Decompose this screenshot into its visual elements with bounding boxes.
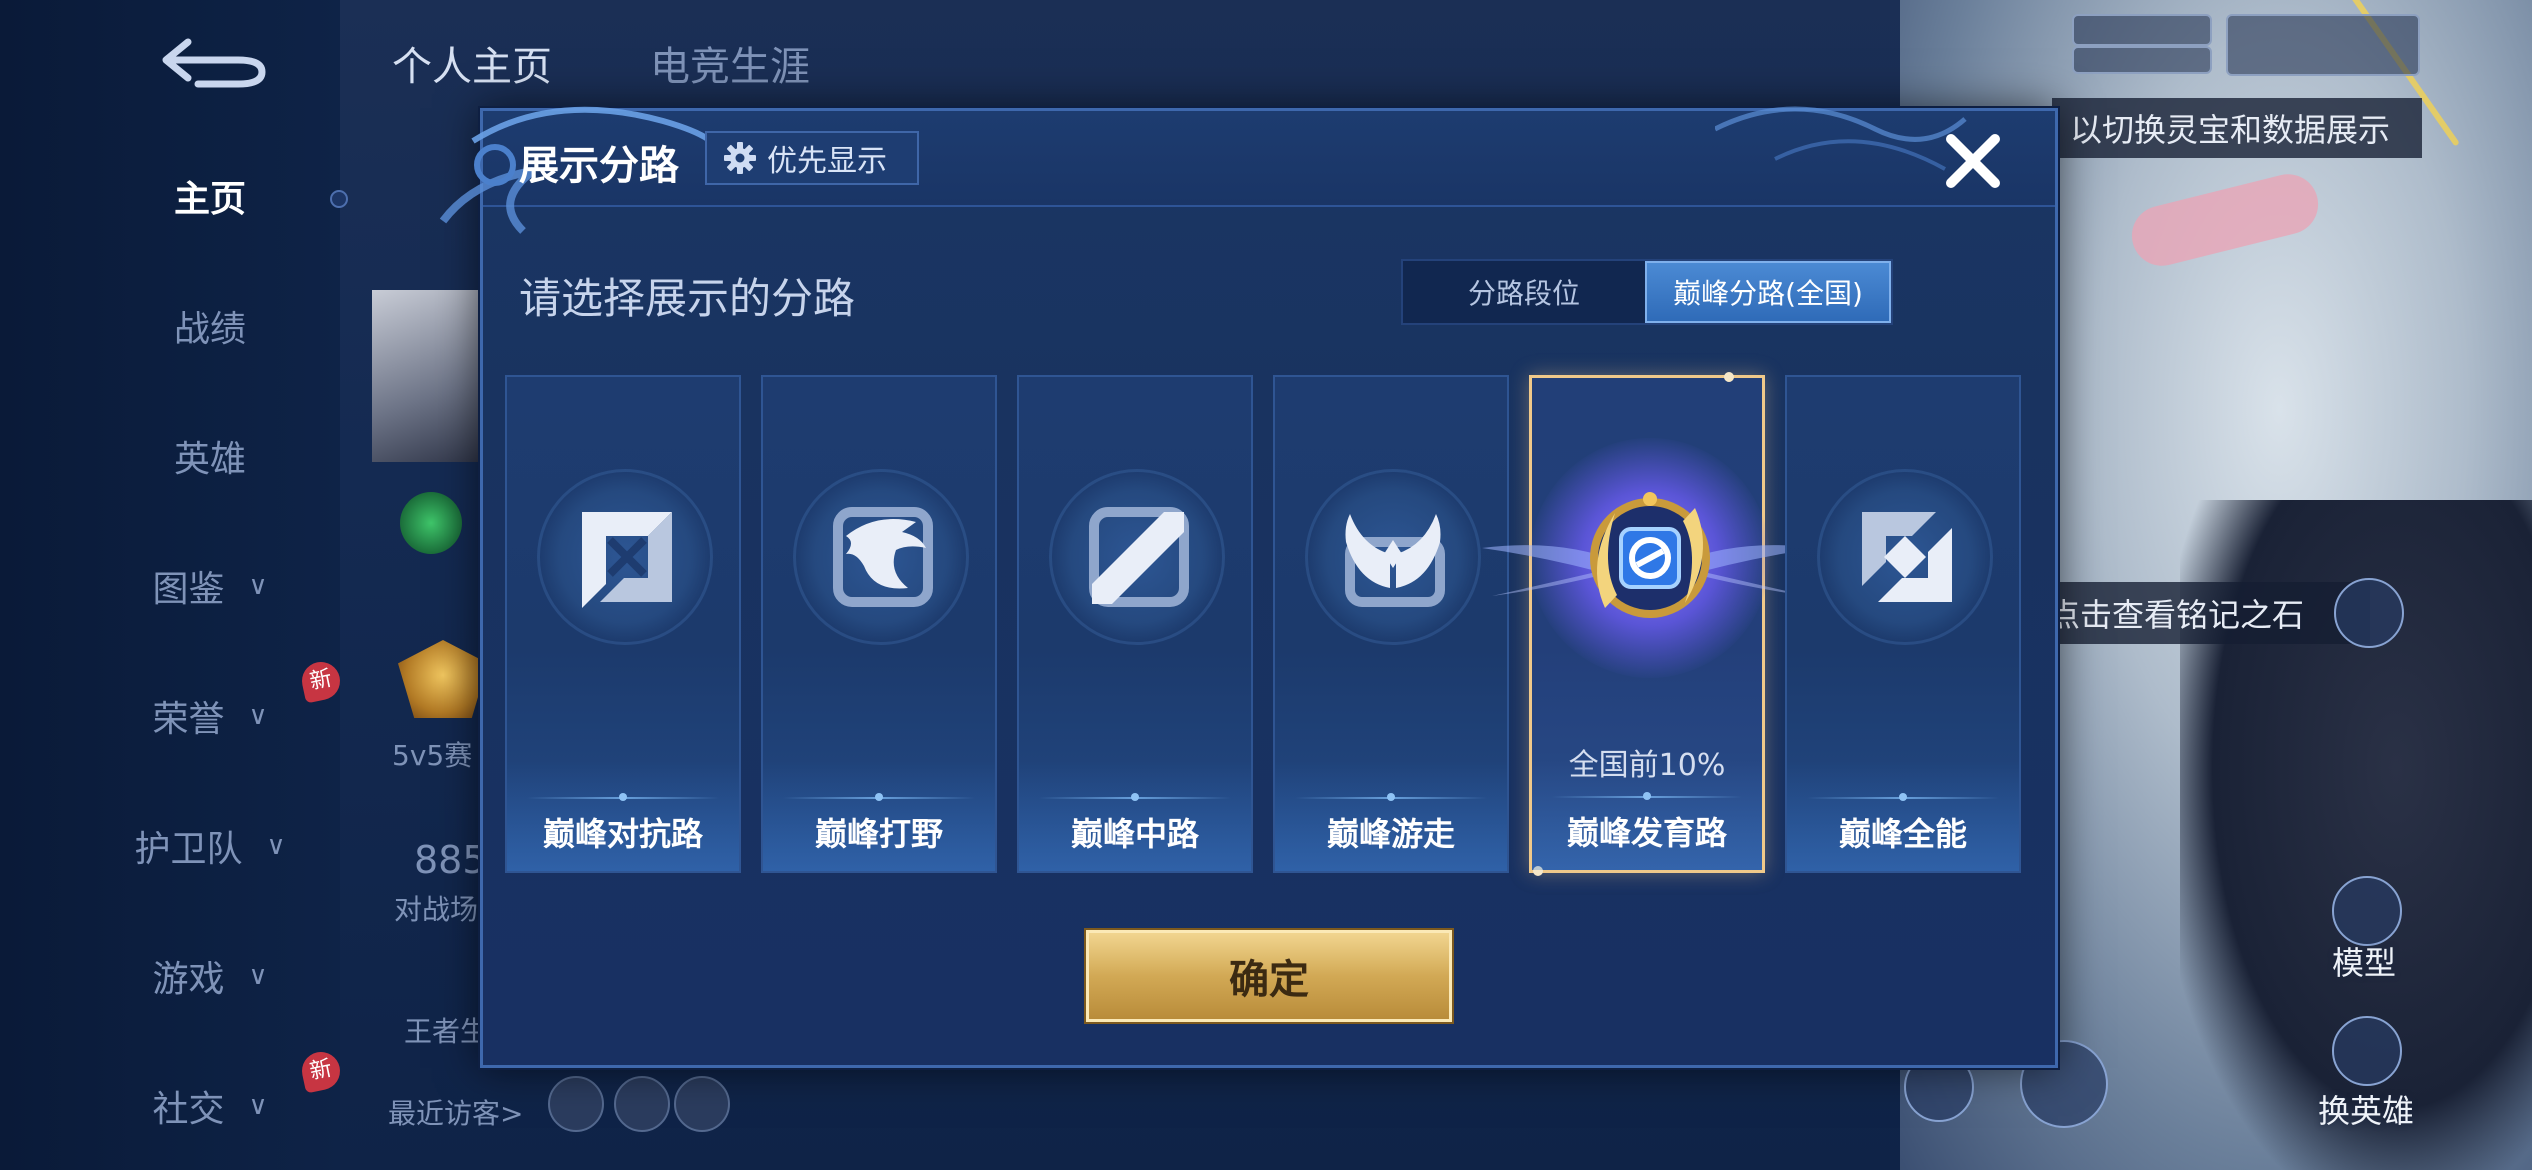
visitor-avatar[interactable]	[614, 1076, 670, 1132]
sidebar-item-label: 游戏	[152, 959, 225, 1000]
sidebar-item[interactable]: 护卫队 ∨	[100, 806, 320, 886]
tab-personal-home[interactable]: 个人主页	[392, 34, 552, 92]
chevron-down-icon: ∨	[266, 831, 286, 861]
card-divider	[1552, 792, 1742, 800]
stone-icon[interactable]	[2334, 578, 2404, 648]
chevron-down-icon: ∨	[248, 1091, 268, 1121]
chevron-down-icon: ∨	[248, 571, 268, 601]
mid-lane-icon	[1089, 507, 1189, 607]
switch-hero-icon[interactable]	[2332, 1016, 2402, 1086]
lane-card-all-round[interactable]: 巅峰全能	[1785, 375, 2021, 873]
tab-esports-career[interactable]: 电竞生涯	[650, 34, 810, 92]
sidebar-item[interactable]: 荣誉 ∨	[100, 676, 320, 756]
hud-chip[interactable]	[2226, 14, 2420, 76]
close-button[interactable]	[1937, 125, 2009, 197]
lane-card-label: 巅峰对抗路	[542, 815, 703, 853]
lane-card-roam[interactable]: 巅峰游走	[1273, 375, 1509, 873]
close-icon	[1946, 134, 2000, 188]
mode-label: 5v5赛	[392, 739, 473, 772]
sidebar-item[interactable]: 主页	[100, 156, 320, 236]
tab-lane-rank[interactable]: 分路段位	[1403, 261, 1645, 323]
confirm-button[interactable]: 确定	[1086, 930, 1452, 1022]
priority-display-button[interactable]: 优先显示	[705, 131, 919, 185]
lane-card-clash[interactable]: 巅峰对抗路	[505, 375, 741, 873]
farm-lane-medal-icon	[1590, 492, 1710, 618]
gear-icon	[724, 142, 756, 174]
lane-card-label: 巅峰游走	[1326, 815, 1455, 853]
dialog-title: 展示分路	[519, 143, 679, 189]
visitor-avatar[interactable]	[548, 1076, 604, 1132]
card-divider	[1039, 793, 1231, 801]
lane-card-label: 巅峰全能	[1838, 815, 1967, 853]
visitor-avatar[interactable]	[674, 1076, 730, 1132]
sidebar-item-label: 英雄	[173, 439, 246, 480]
select-lane-prompt: 请选择展示的分路	[519, 274, 856, 323]
sidebar-item[interactable]: 战绩	[100, 286, 320, 366]
lane-type-segmented-control: 分路段位 巅峰分路(全国)	[1401, 259, 1893, 325]
hud-chip	[2072, 14, 2212, 46]
recent-visitors-link[interactable]: 最近访客>	[388, 1092, 523, 1132]
lane-card-label: 巅峰打野	[814, 815, 943, 853]
tab-peak-lane-national[interactable]: 巅峰分路(全国)	[1645, 261, 1891, 323]
card-divider	[527, 793, 719, 801]
lane-card-label: 巅峰发育路	[1566, 814, 1727, 852]
sidebar-item[interactable]: 英雄	[100, 416, 320, 496]
sidebar-item-label: 社交	[152, 1089, 225, 1130]
player-portrait	[372, 290, 482, 462]
model-label: 模型	[2332, 944, 2397, 982]
chevron-down-icon: ∨	[248, 701, 268, 731]
lane-card-label: 巅峰中路	[1070, 815, 1199, 853]
status-emblem	[400, 492, 462, 554]
score-value: 885	[414, 838, 487, 882]
switch-hero-label: 换英雄	[2318, 1092, 2415, 1130]
lane-card-mid[interactable]: 巅峰中路	[1017, 375, 1253, 873]
clash-lane-icon	[582, 512, 672, 608]
card-divider	[783, 793, 975, 801]
king-label: 王者生	[404, 1015, 489, 1048]
roam-wings-icon	[1345, 514, 1445, 607]
priority-display-label: 优先显示	[767, 144, 887, 179]
sidebar-item[interactable]: 社交 ∨	[100, 1066, 320, 1146]
model-icon[interactable]	[2332, 876, 2402, 946]
lane-card-farm-selected[interactable]: 全国前10% 巅峰发育路	[1482, 372, 1818, 876]
sidebar-item[interactable]: 图鉴 ∨	[100, 546, 320, 626]
sidebar-active-indicator	[330, 190, 348, 208]
lane-display-dialog: 展示分路 优先显示 请选择展示的分路 分路段位 巅峰分路(全国) 巅峰对抗路 巅…	[439, 106, 2058, 1068]
lane-card-jungle[interactable]: 巅峰打野	[761, 375, 997, 873]
arena-label: 对战场	[394, 893, 479, 926]
national-rank-text: 全国前10%	[1568, 748, 1726, 783]
hint-view-stone: 点击查看铭记之石	[2030, 582, 2370, 644]
corner-sparkle	[1724, 372, 1734, 382]
sidebar-item-label: 护卫队	[134, 829, 243, 870]
hint-switch-display: 以切换灵宝和数据展示	[2052, 98, 2422, 158]
card-divider	[1807, 793, 1999, 801]
all-round-icon	[1862, 512, 1952, 602]
sidebar-item-label: 主页	[173, 179, 246, 220]
cloud-swirl-decoration	[1715, 106, 1967, 171]
sidebar-item-label: 战绩	[173, 309, 246, 350]
sidebar-item-label: 图鉴	[152, 569, 225, 610]
dialog-header: 展示分路 优先显示	[439, 106, 2055, 234]
lane-card-list: 巅峰对抗路 巅峰打野 巅峰中路 巅峰游走 全国前10% 巅峰发育路 巅峰全能	[505, 372, 2035, 876]
jungle-dragon-icon	[833, 507, 933, 607]
sidebar-item-label: 荣誉	[152, 699, 225, 740]
card-divider	[1295, 793, 1487, 801]
chevron-down-icon: ∨	[248, 961, 268, 991]
hud-chip	[2072, 46, 2212, 74]
back-arrow-icon[interactable]	[158, 34, 268, 90]
sidebar-item[interactable]: 游戏 ∨	[100, 936, 320, 1016]
